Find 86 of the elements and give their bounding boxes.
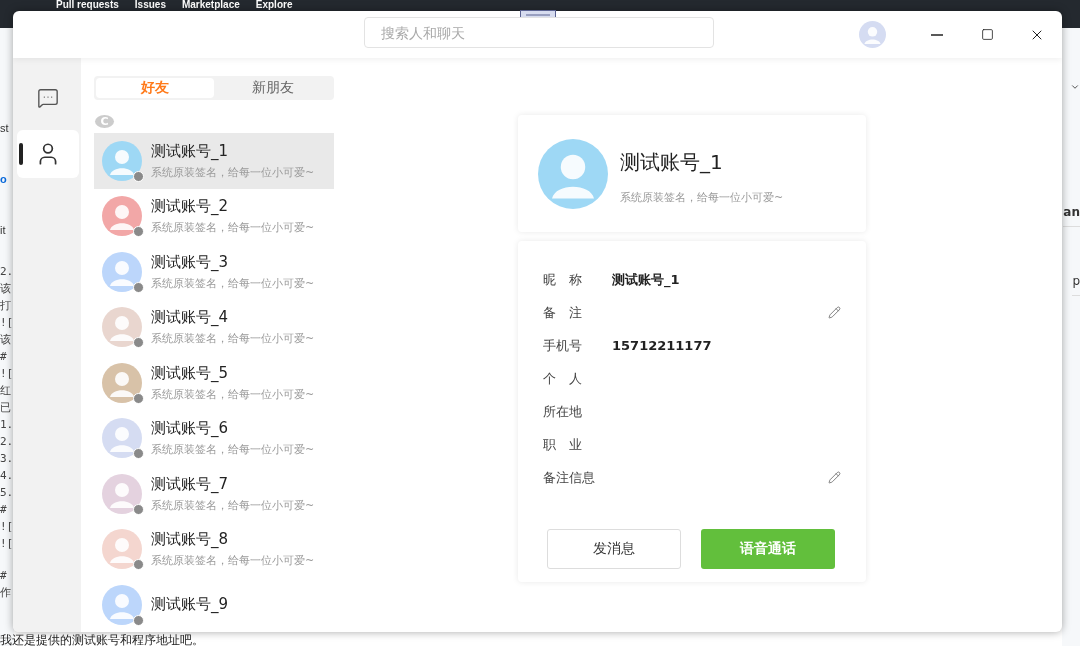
friend-name: 测试账号_3: [151, 252, 230, 272]
friend-signature: 系统原装签名，给每一位小可爱~: [151, 220, 315, 236]
document-text: 2.: [0, 434, 14, 450]
handle-icon: [520, 10, 556, 20]
friend-name: 测试账号_6: [151, 419, 230, 439]
document-text: #: [0, 502, 8, 518]
avatar: [102, 251, 142, 292]
document-text: 4.: [0, 468, 14, 484]
document-text: 作: [0, 585, 12, 601]
friend-item[interactable]: 测试账号_6 系统原装签名，给每一位小可爱~: [94, 410, 334, 466]
document-text: ![: [0, 519, 14, 535]
friend-item[interactable]: 测试账号_8 系统原装签名，给每一位小可爱~: [94, 521, 334, 577]
document-text: 已: [0, 400, 12, 416]
search-field[interactable]: 搜索人和聊天: [364, 17, 714, 48]
friend-name: 测试账号_2: [151, 197, 230, 217]
tab[interactable]: 新朋友: [214, 78, 332, 98]
friend-item[interactable]: 测试账号_7 系统原装签名，给每一位小可爱~: [94, 466, 334, 522]
friend-signature: 系统原装签名，给每一位小可爱~: [151, 442, 315, 458]
friend-signature: 系统原装签名，给每一位小可爱~: [151, 553, 315, 569]
document-text: st: [0, 121, 10, 136]
info-label: 备注信息: [543, 468, 596, 487]
document-text: an: [1063, 92, 1080, 227]
document-text: 红: [0, 383, 12, 399]
document-text: o: [0, 172, 8, 187]
edit-icon[interactable]: [828, 471, 841, 484]
friend-item[interactable]: 测试账号_3 系统原装签名，给每一位小可爱~: [94, 244, 334, 300]
avatar: [102, 362, 142, 403]
friend-item[interactable]: 测试账号_2 系统原装签名，给每一位小可爱~: [94, 188, 334, 244]
document-text: 该: [0, 332, 12, 348]
avatar: [102, 418, 142, 459]
friend-signature: 系统原装签名，给每一位小可爱~: [151, 497, 315, 513]
avatar: [102, 473, 142, 514]
nav-link[interactable]: Marketplace: [181, 0, 240, 10]
avatar: [102, 529, 142, 570]
document-text: 5.: [0, 485, 14, 501]
document-text: 打: [0, 298, 12, 314]
info-label: 所在地: [543, 402, 583, 421]
avatar: [538, 138, 608, 209]
edit-icon[interactable]: [828, 306, 841, 319]
info-label: 备 注: [543, 303, 583, 322]
friend-name: 测试账号_7: [151, 474, 230, 494]
document-text: 1.: [0, 417, 14, 433]
maximize-icon: [980, 28, 994, 41]
friend-name: 测试账号_4: [151, 308, 230, 328]
caret-icon: [1070, 82, 1080, 92]
nav-link[interactable]: Issues: [134, 0, 166, 10]
document-text: p: [1072, 227, 1080, 296]
avatar: [102, 307, 142, 348]
info-value: 15712211177: [612, 338, 712, 353]
avatar: [102, 196, 142, 237]
nav-link[interactable]: Explore: [255, 0, 293, 10]
minimize-icon: [931, 33, 943, 36]
nav-button[interactable]: [17, 130, 79, 178]
profile-signature: 系统原装签名，给每一位小可爱~: [620, 189, 784, 205]
chat-icon: [37, 87, 59, 109]
profile-name: 测试账号_1: [620, 148, 724, 176]
friend-item[interactable]: 测试账号_9: [94, 577, 334, 632]
info-value: 测试账号_1: [612, 270, 680, 289]
info-label: 个 人: [543, 369, 583, 388]
avatar: [859, 21, 886, 48]
info-label: 昵 称: [543, 270, 583, 289]
friend-name: 测试账号_5: [151, 363, 230, 383]
document-text: 该: [0, 281, 12, 297]
friend-signature: 系统原装签名，给每一位小可爱~: [151, 275, 315, 291]
info-label: 手机号: [543, 336, 583, 355]
friend-signature: 系统原装签名，给每一位小可爱~: [151, 386, 315, 402]
friend-name: 测试账号_9: [151, 595, 229, 615]
avatar: [102, 584, 142, 625]
nav-link[interactable]: Pull requests: [56, 0, 119, 10]
friend-item[interactable]: 测试账号_4 系统原装签名，给每一位小可爱~: [94, 299, 334, 355]
document-text: 2.: [0, 264, 14, 280]
document-text: it: [0, 223, 7, 238]
message-button[interactable]: 发消息: [547, 529, 681, 569]
document-text: 3.: [0, 451, 14, 467]
document-text: #: [0, 349, 8, 365]
document-text: #: [0, 568, 8, 584]
document-text: ![: [0, 366, 14, 382]
avatar: [102, 140, 142, 181]
friend-name: 测试账号_8: [151, 530, 230, 550]
friend-name: 测试账号_1: [151, 141, 230, 161]
document-text: ![: [0, 536, 14, 552]
document-text: ![: [0, 315, 14, 331]
friend-item[interactable]: 测试账号_5 系统原装签名，给每一位小可爱~: [94, 355, 334, 411]
document-text: 我还是提供的测试账号和程序地址吧。: [0, 632, 204, 646]
friend-signature: 系统原装签名，给每一位小可爱~: [151, 331, 315, 347]
info-label: 职 业: [543, 435, 583, 454]
